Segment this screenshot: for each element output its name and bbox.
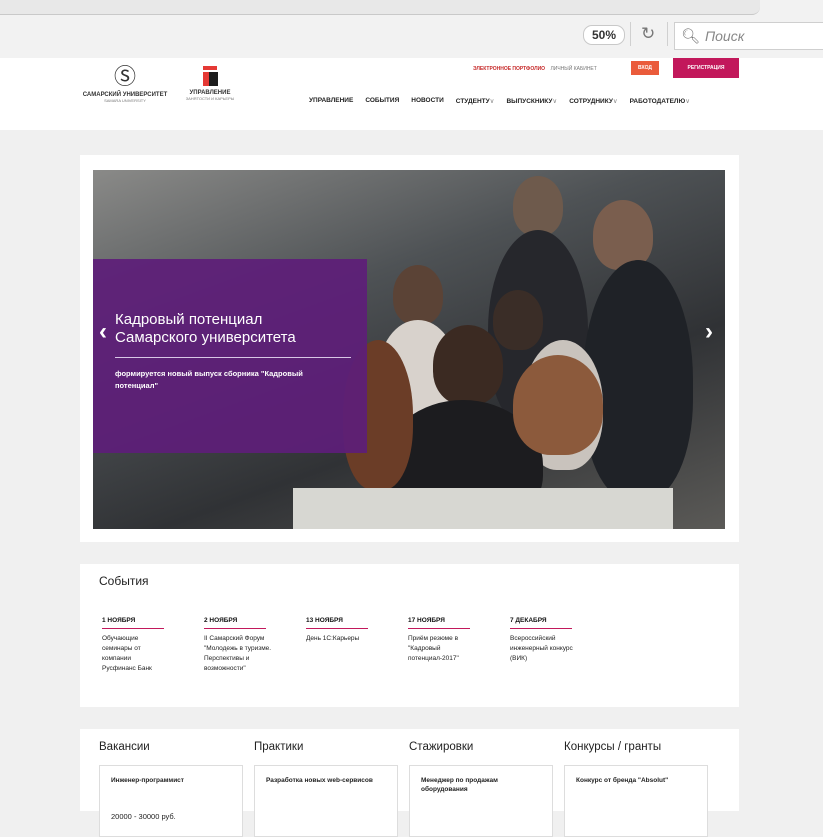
career-office-emblem-icon bbox=[200, 66, 220, 86]
search-placeholder: Поиск bbox=[705, 28, 745, 44]
event-text: Обучающие семинары от компании Русфинанс… bbox=[102, 635, 152, 672]
register-button[interactable]: РЕГИСТРАЦИЯ bbox=[673, 58, 739, 78]
event-date: 7 ДЕКАБРЯ bbox=[510, 617, 547, 624]
hero-slider: Кадровый потенциал Самарского университе… bbox=[80, 155, 739, 542]
contests-heading[interactable]: Конкурсы / гранты bbox=[564, 741, 707, 753]
nav-item-label: НОВОСТИ bbox=[411, 97, 444, 104]
reload-icon[interactable]: ↻ bbox=[641, 24, 655, 44]
internships-heading[interactable]: Практики bbox=[254, 741, 397, 753]
event-underline bbox=[204, 628, 266, 629]
event-text: День 1С:Карьеры bbox=[306, 635, 360, 642]
card-title: Конкурс от бренда "Absolut" bbox=[576, 777, 669, 784]
chevron-left-icon[interactable]: ‹ bbox=[99, 318, 107, 346]
university-logo[interactable]: Ⓢ САМАРСКИЙ УНИВЕРСИТЕТ SAMARA UNIVERSIT… bbox=[80, 64, 170, 104]
browser-toolbar: 50% ↻ 🔍︎ Поиск bbox=[0, 0, 823, 59]
tab-strip bbox=[0, 0, 760, 15]
nav-item-news[interactable]: НОВОСТИ bbox=[411, 97, 444, 105]
university-logo-subtitle: SAMARA UNIVERSITY bbox=[104, 98, 146, 103]
nav-item-employee[interactable]: СОТРУДНИКУ∨ bbox=[569, 97, 617, 105]
chevron-down-icon: ∨ bbox=[552, 98, 558, 105]
event-item[interactable]: 1 НОЯБРЯ Обучающие семинары от компании … bbox=[102, 617, 184, 674]
site-header: Ⓢ САМАРСКИЙ УНИВЕРСИТЕТ SAMARA UNIVERSIT… bbox=[0, 58, 823, 130]
nav-item-label: СОБЫТИЯ bbox=[365, 97, 400, 104]
contests-column: Конкурсы / гранты Конкурс от бренда "Abs… bbox=[564, 741, 708, 837]
events-heading: События bbox=[99, 574, 149, 588]
nav-item-label: СОТРУДНИКУ bbox=[569, 98, 613, 105]
photo-figure bbox=[593, 200, 653, 270]
nav-item-management[interactable]: УПРАВЛЕНИЕ bbox=[309, 97, 353, 105]
main-nav: УПРАВЛЕНИЕ СОБЫТИЯ НОВОСТИ СТУДЕНТУ∨ ВЫП… bbox=[309, 97, 690, 105]
event-date: 2 НОЯБРЯ bbox=[204, 617, 238, 624]
portfolio-link[interactable]: ЭЛЕКТРОННОЕ ПОРТФОЛИО bbox=[473, 66, 545, 72]
event-underline bbox=[306, 628, 368, 629]
internships-column: Практики Разработка новых web-сервисов bbox=[254, 741, 398, 837]
event-item[interactable]: 2 НОЯБРЯ II Самарский Форум "Молодежь в … bbox=[204, 617, 286, 674]
search-icon: 🔍︎ bbox=[681, 28, 701, 45]
event-item[interactable]: 13 НОЯБРЯ День 1С:Карьеры bbox=[306, 617, 388, 644]
traineeships-heading[interactable]: Стажировки bbox=[409, 741, 552, 753]
photo-figure bbox=[393, 265, 443, 325]
traineeship-card[interactable]: Менеджер по продажам оборудования bbox=[409, 765, 553, 837]
vacancies-column: Вакансии Инженер-программист 20000 - 300… bbox=[99, 741, 243, 837]
slide-title-line: Самарского университета bbox=[115, 329, 296, 346]
photo-figure bbox=[513, 176, 563, 236]
photo-figure bbox=[493, 290, 543, 350]
event-underline bbox=[102, 628, 164, 629]
card-title: Инженер-программист bbox=[111, 777, 184, 784]
nav-item-label: РАБОТОДАТЕЛЮ bbox=[629, 98, 686, 105]
photo-figure bbox=[513, 355, 603, 455]
event-text: Всероссийский инженерный конкурс (ВИК) bbox=[510, 635, 573, 662]
slide-caption[interactable]: Кадровый потенциал Самарского университе… bbox=[93, 259, 367, 453]
toolbar-divider bbox=[667, 22, 668, 46]
event-underline bbox=[408, 628, 470, 629]
card-salary: 20000 - 30000 руб. bbox=[111, 812, 176, 821]
slide-divider bbox=[115, 357, 351, 358]
nav-item-student[interactable]: СТУДЕНТУ∨ bbox=[456, 97, 495, 105]
vacancies-heading[interactable]: Вакансии bbox=[99, 741, 242, 753]
hero-photo: Кадровый потенциал Самарского университе… bbox=[93, 170, 725, 529]
slide-description: формируется новый выпуск сборника "Кадро… bbox=[115, 369, 303, 390]
career-office-logo[interactable]: УПРАВЛЕНИЕ ЗАНЯТОСТИ И КАРЬЕРЫ bbox=[178, 66, 242, 101]
university-emblem-icon: Ⓢ bbox=[113, 64, 136, 89]
event-item[interactable]: 17 НОЯБРЯ Приём резюме в "Кадровый потен… bbox=[408, 617, 490, 664]
opportunities-section: Вакансии Инженер-программист 20000 - 300… bbox=[80, 729, 739, 837]
event-item[interactable]: 7 ДЕКАБРЯ Всероссийский инженерный конку… bbox=[510, 617, 592, 664]
events-section: События 1 НОЯБРЯ Обучающие семинары от к… bbox=[80, 564, 739, 707]
internship-card[interactable]: Разработка новых web-сервисов bbox=[254, 765, 398, 837]
chevron-down-icon: ∨ bbox=[612, 98, 618, 105]
traineeships-column: Стажировки Менеджер по продажам оборудов… bbox=[409, 741, 553, 837]
event-underline bbox=[510, 628, 572, 629]
chevron-down-icon: ∨ bbox=[685, 98, 690, 105]
slide-title: Кадровый потенциал Самарского университе… bbox=[115, 311, 355, 347]
event-text: Приём резюме в "Кадровый потенциал-2017" bbox=[408, 635, 459, 662]
vacancy-card[interactable]: Инженер-программист 20000 - 30000 руб. bbox=[99, 765, 243, 837]
login-button[interactable]: ВХОД bbox=[631, 61, 659, 75]
zoom-level-button[interactable]: 50% bbox=[583, 25, 625, 45]
photo-table bbox=[293, 488, 673, 529]
event-date: 17 НОЯБРЯ bbox=[408, 617, 445, 624]
toolbar-divider bbox=[630, 22, 631, 46]
card-title: Разработка новых web-сервисов bbox=[266, 777, 373, 784]
career-office-logo-subtitle: ЗАНЯТОСТИ И КАРЬЕРЫ bbox=[185, 96, 235, 101]
contest-card[interactable]: Конкурс от бренда "Absolut" bbox=[564, 765, 708, 837]
event-date: 1 НОЯБРЯ bbox=[102, 617, 136, 624]
event-date: 13 НОЯБРЯ bbox=[306, 617, 343, 624]
slide-title-line: Кадровый потенциал bbox=[115, 311, 263, 328]
nav-item-label: СТУДЕНТУ bbox=[455, 98, 490, 105]
top-links: ЭЛЕКТРОННОЕ ПОРТФОЛИО ЛИЧНЫЙ КАБИНЕТ bbox=[473, 66, 597, 72]
nav-item-employer[interactable]: РАБОТОДАТЕЛЮ∨ bbox=[630, 97, 690, 105]
cabinet-link[interactable]: ЛИЧНЫЙ КАБИНЕТ bbox=[550, 66, 596, 72]
photo-figure bbox=[433, 325, 503, 405]
nav-item-label: УПРАВЛЕНИЕ bbox=[309, 97, 354, 104]
browser-search-input[interactable]: 🔍︎ Поиск bbox=[674, 22, 823, 50]
event-text: II Самарский Форум "Молодежь в туризме. … bbox=[204, 635, 272, 672]
nav-item-graduate[interactable]: ВЫПУСКНИКУ∨ bbox=[506, 97, 557, 105]
nav-item-label: ВЫПУСКНИКУ bbox=[506, 98, 553, 105]
chevron-right-icon[interactable]: › bbox=[705, 318, 713, 346]
chevron-down-icon: ∨ bbox=[489, 98, 495, 105]
card-title: Менеджер по продажам оборудования bbox=[421, 777, 498, 793]
nav-item-events[interactable]: СОБЫТИЯ bbox=[365, 97, 399, 105]
